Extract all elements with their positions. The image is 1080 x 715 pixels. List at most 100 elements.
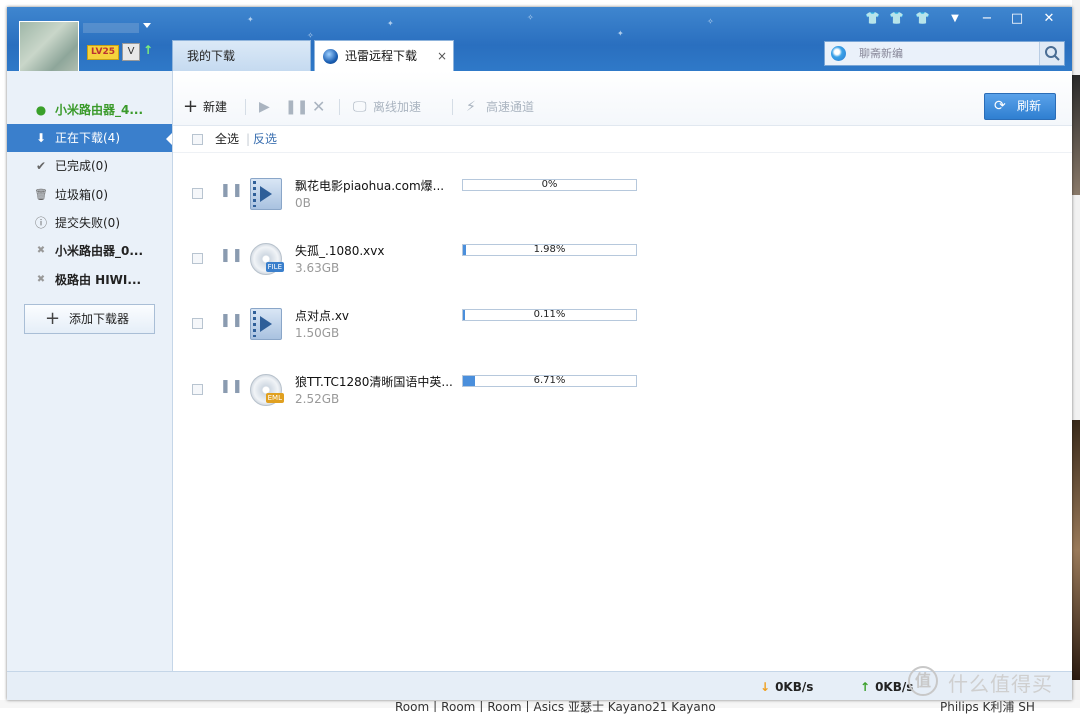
- sidebar: ● 小米路由器_4... ⬇ 正在下载(4) ✔ 已完成(0) 🗑 垃圾箱(0)…: [7, 71, 173, 671]
- progress-bar: 6.71%: [462, 375, 637, 387]
- chevron-down-icon[interactable]: [143, 23, 151, 28]
- monitor-icon: 🖵: [353, 99, 367, 115]
- decor-star: ✧: [527, 13, 534, 22]
- offline-accel-button[interactable]: 🖵 离线加速: [353, 92, 443, 122]
- arrow-down-icon: ⬇: [35, 131, 47, 145]
- background-text: Philips K利浦 SH: [940, 700, 1035, 714]
- background-image-strip: [1072, 75, 1080, 195]
- progress-text: 1.98%: [533, 244, 566, 255]
- select-all-checkbox[interactable]: [192, 134, 203, 145]
- check-circle-icon: ●: [35, 103, 47, 117]
- background-image-strip: [1072, 420, 1080, 680]
- tab-my-downloads[interactable]: 我的下载: [172, 40, 311, 71]
- watermark-logo: 值: [908, 666, 938, 696]
- offline-icon: ✖: [36, 274, 46, 285]
- search-input[interactable]: 聊斋新编: [859, 42, 903, 65]
- sidebar-item-label: 小米路由器_0...: [55, 244, 144, 258]
- video-file-icon: [250, 178, 282, 210]
- file-size: 3.63GB: [295, 261, 340, 275]
- start-button[interactable]: ▶: [259, 92, 275, 122]
- file-name: 狼TT.TC1280清晰国语中英...: [295, 375, 453, 389]
- shirt-icon[interactable]: 👕: [889, 11, 904, 25]
- select-all-link[interactable]: 全选: [215, 126, 239, 152]
- download-row[interactable]: ❚❚ 飘花电影piaohua.com爆... 0B 0%: [173, 178, 1072, 244]
- divider: [452, 99, 453, 115]
- shirt-icon[interactable]: 👕: [865, 11, 880, 25]
- new-task-button[interactable]: + 新建: [183, 92, 243, 122]
- file-name: 飘花电影piaohua.com爆...: [295, 179, 445, 193]
- user-name[interactable]: [83, 23, 139, 33]
- refresh-label: 刷新: [1017, 99, 1042, 113]
- offline-icon: ✖: [36, 245, 46, 256]
- tab-remote-downloads[interactable]: 迅雷远程下载 ×: [314, 40, 454, 71]
- download-row[interactable]: ❚❚ EML 狼TT.TC1280清晰国语中英... 2.52GB 6.71%: [173, 374, 1072, 440]
- row-checkbox[interactable]: [192, 188, 203, 199]
- row-checkbox[interactable]: [192, 318, 203, 329]
- file-size: 1.50GB: [295, 326, 340, 340]
- search-box[interactable]: 聊斋新编: [824, 41, 1065, 66]
- progress-text: 0.11%: [533, 309, 566, 320]
- file-type-tag: EML: [265, 393, 284, 403]
- toolbar: + 新建 ▶ ❚❚ ✕ 🖵 离线加速 ⚡ 高速通道 ⟳ 刷新: [173, 71, 1072, 126]
- sidebar-item-completed[interactable]: ✔ 已完成(0): [7, 152, 172, 180]
- xunlei-window: ✦ ✦ ✧ ✦ ✧ ✧ LV25 V ↑ 我的下载 迅雷远程下载 × 👕 👕 👕…: [7, 7, 1072, 700]
- lightning-icon: ⚡: [466, 99, 476, 115]
- sidebar-item-label: 提交失败(0): [55, 216, 120, 230]
- add-downloader-button[interactable]: + 添加下载器: [24, 304, 155, 334]
- arrow-down-icon: ↓: [760, 680, 771, 694]
- file-icon: EML: [250, 374, 284, 406]
- refresh-icon: ⟳: [994, 98, 1006, 114]
- sidebar-item-router-2[interactable]: ✖ 小米路由器_0...: [7, 237, 172, 265]
- close-icon[interactable]: ×: [437, 41, 447, 72]
- invert-selection-link[interactable]: 反选: [253, 126, 277, 152]
- pause-button[interactable]: ❚❚: [285, 92, 308, 122]
- maximize-button[interactable]: □: [1005, 10, 1029, 28]
- sidebar-item-router-1[interactable]: ● 小米路由器_4...: [7, 96, 172, 124]
- row-checkbox[interactable]: [192, 253, 203, 264]
- delete-button[interactable]: ✕: [312, 92, 328, 122]
- checkmark-icon: ✔: [35, 159, 47, 173]
- close-button[interactable]: ✕: [1037, 10, 1061, 28]
- new-task-label: 新建: [203, 100, 228, 114]
- sidebar-item-downloading[interactable]: ⬇ 正在下载(4): [7, 124, 172, 152]
- pause-icon[interactable]: ❚❚: [220, 379, 244, 394]
- refresh-button[interactable]: ⟳ 刷新: [984, 93, 1056, 120]
- decor-star: ✧: [307, 31, 314, 40]
- divider: |: [246, 132, 251, 146]
- search-button[interactable]: [1039, 42, 1064, 65]
- divider: [245, 99, 246, 115]
- download-row[interactable]: ❚❚ 点对点.xv 1.50GB 0.11%: [173, 308, 1072, 374]
- watermark: 值 什么值得买: [904, 664, 1080, 700]
- pause-icon[interactable]: ❚❚: [220, 248, 244, 263]
- minimize-button[interactable]: −: [975, 10, 999, 28]
- vip-badge[interactable]: V: [122, 43, 140, 61]
- selection-bar: 全选 | 反选: [173, 126, 1072, 153]
- high-speed-label: 高速通道: [486, 100, 535, 114]
- high-speed-button[interactable]: ⚡ 高速通道: [466, 92, 556, 122]
- level-badge: LV25: [87, 45, 119, 60]
- progress-bar: 0.11%: [462, 309, 637, 321]
- row-checkbox[interactable]: [192, 384, 203, 395]
- file-type-tag: FILE: [265, 262, 284, 272]
- sidebar-item-label: 小米路由器_4...: [55, 103, 144, 117]
- arrow-up-icon: ↑: [143, 43, 154, 57]
- watermark-text: 什么值得买: [948, 672, 1053, 696]
- shirt-icon[interactable]: 👕: [915, 11, 930, 25]
- download-speed-value: 0KB/s: [775, 680, 814, 694]
- decor-star: ✦: [617, 29, 624, 38]
- menu-icon[interactable]: ▼: [943, 10, 967, 28]
- pause-icon[interactable]: ❚❚: [220, 183, 244, 198]
- plus-icon: +: [45, 308, 61, 329]
- download-speed: ↓ 0KB/s: [760, 680, 813, 694]
- progress-text: 0%: [541, 179, 558, 190]
- close-icon: ✕: [312, 97, 326, 116]
- download-row[interactable]: ❚❚ FILE 失孤_.1080.xvx 3.63GB 1.98%: [173, 243, 1072, 309]
- globe-icon: [323, 49, 338, 64]
- pause-icon[interactable]: ❚❚: [220, 313, 244, 328]
- sidebar-item-hiwifi[interactable]: ✖ 极路由 HIWI...: [7, 266, 172, 294]
- sidebar-item-trash[interactable]: 🗑 垃圾箱(0): [7, 181, 172, 209]
- main-panel: + 新建 ▶ ❚❚ ✕ 🖵 离线加速 ⚡ 高速通道 ⟳ 刷新 全选 | 反选 ❚…: [173, 71, 1072, 671]
- progress-text: 6.71%: [533, 375, 566, 386]
- decor-star: ✧: [707, 17, 714, 26]
- sidebar-item-failed[interactable]: ⓘ 提交失败(0): [7, 209, 172, 237]
